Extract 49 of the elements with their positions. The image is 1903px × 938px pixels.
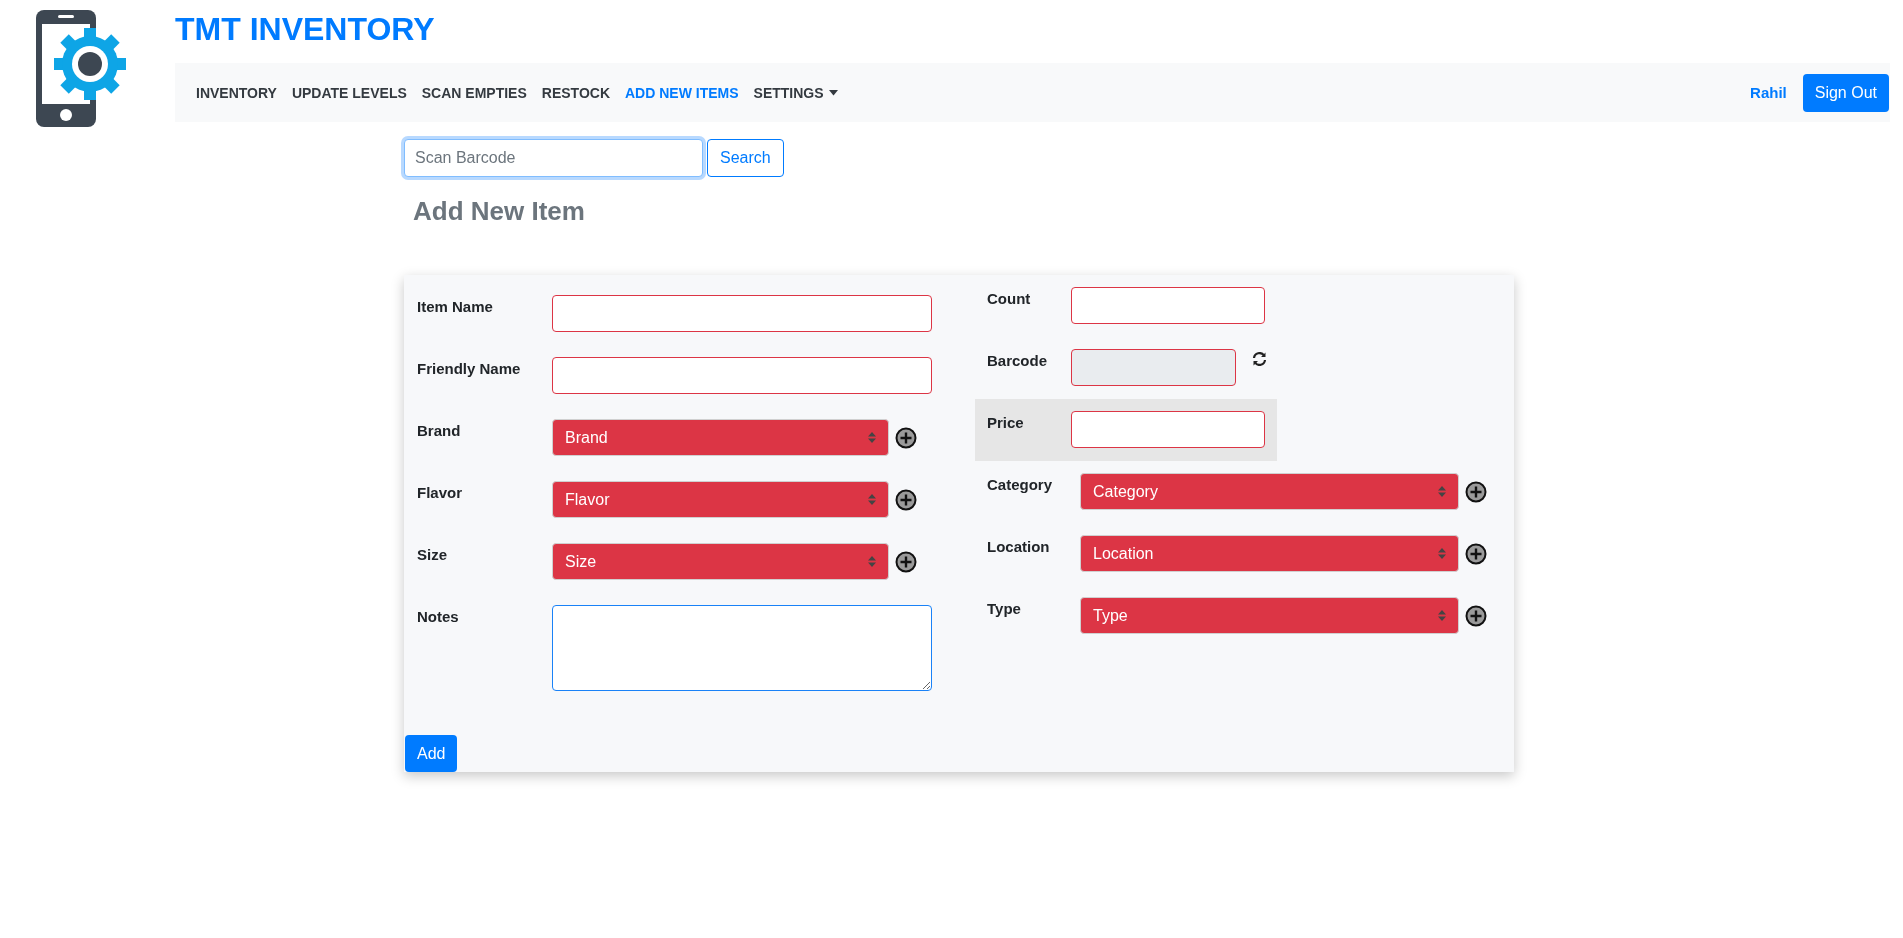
dropdown-select[interactable]: Flavor — [552, 481, 889, 518]
dropdown-select[interactable]: Size — [552, 543, 889, 580]
nav-link[interactable]: ADD NEW ITEMS — [625, 84, 739, 101]
app-title: TMT INVENTORY — [175, 10, 436, 49]
notes-field[interactable] — [552, 605, 932, 691]
add-circle-icon[interactable] — [895, 551, 917, 573]
sort-arrows-icon — [868, 432, 876, 443]
dropdown-select[interactable]: Brand — [552, 419, 889, 456]
field-label: Location — [987, 537, 1051, 555]
page-heading: Add New Item — [413, 195, 586, 228]
nav-link[interactable]: UPDATE LEVELS — [291, 84, 407, 101]
sign-out-button[interactable]: Sign Out — [1802, 73, 1889, 112]
search-button[interactable]: Search — [707, 139, 784, 177]
sort-arrows-icon — [1438, 610, 1446, 621]
sort-arrows-icon — [1438, 548, 1446, 559]
field-label: Friendly Name — [417, 359, 522, 377]
field-label: Notes — [417, 607, 460, 625]
nav-link[interactable]: SETTINGS — [753, 84, 838, 101]
user-name-link[interactable]: Rahil — [1750, 84, 1787, 101]
add-button[interactable]: Add — [405, 735, 458, 772]
sort-arrows-icon — [868, 556, 876, 567]
dropdown-select[interactable]: Type — [1080, 597, 1459, 634]
nav-link[interactable]: INVENTORY — [196, 84, 277, 101]
text-field[interactable] — [1071, 287, 1265, 324]
add-circle-icon[interactable] — [1465, 481, 1487, 503]
sort-arrows-icon — [1438, 486, 1446, 497]
text-field[interactable] — [552, 357, 932, 394]
field-label: Item Name — [417, 297, 494, 315]
field-label: Type — [987, 599, 1022, 617]
nav-link[interactable]: SCAN EMPTIES — [421, 84, 527, 101]
text-field[interactable] — [1071, 411, 1265, 448]
add-circle-icon[interactable] — [895, 489, 917, 511]
sort-arrows-icon — [868, 494, 876, 505]
add-circle-icon[interactable] — [1465, 543, 1487, 565]
add-circle-icon[interactable] — [895, 427, 917, 449]
field-label: Brand — [417, 421, 462, 439]
field-label: Size — [417, 545, 448, 563]
caret-down-icon — [828, 89, 838, 96]
text-field[interactable] — [552, 295, 932, 332]
field-label: Price — [987, 413, 1025, 431]
field-label: Barcode — [987, 351, 1049, 369]
field-label: Count — [987, 289, 1032, 307]
add-circle-icon[interactable] — [1465, 605, 1487, 627]
field-label: Flavor — [417, 483, 463, 501]
nav-link[interactable]: RESTOCK — [541, 84, 610, 101]
barcode-search-field[interactable]: Scan Barcode — [404, 139, 703, 177]
dropdown-select[interactable]: Location — [1080, 535, 1459, 572]
field-label: Category — [987, 475, 1054, 493]
dropdown-select[interactable]: Category — [1080, 473, 1459, 510]
